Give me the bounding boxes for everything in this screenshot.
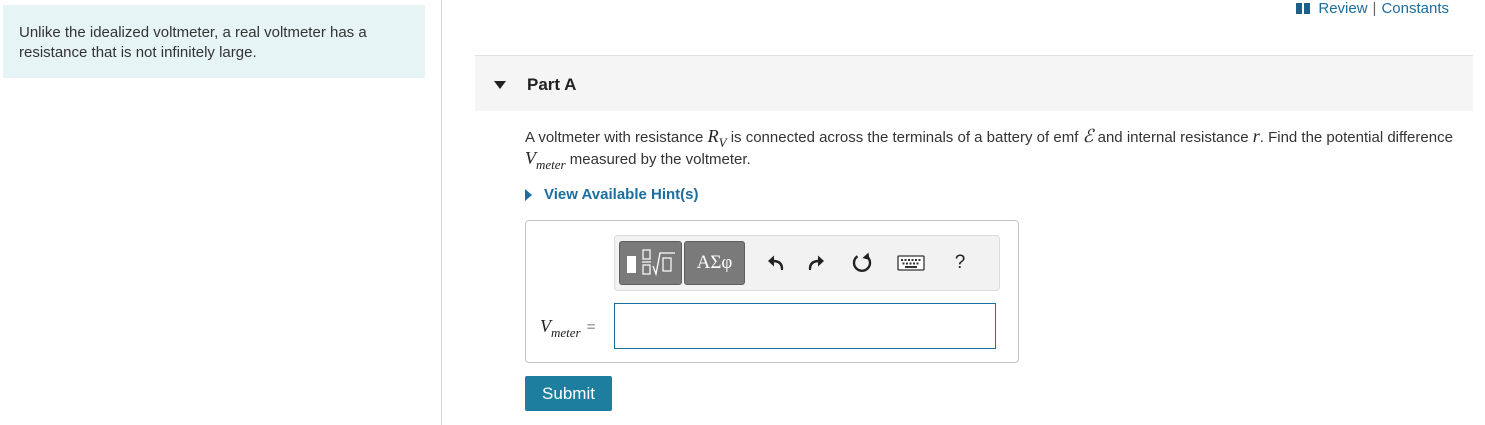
hint-label: View Available Hint(s)	[544, 186, 699, 203]
answer-input[interactable]	[614, 303, 996, 349]
help-icon[interactable]: ?	[947, 250, 973, 276]
part-title: Part A	[527, 75, 577, 94]
templates-icon	[626, 249, 675, 277]
var-emf: ℰ	[1082, 126, 1094, 146]
caret-right-icon	[525, 188, 532, 201]
answer-label: Vmeter =	[540, 316, 596, 340]
review-link[interactable]: Review	[1318, 0, 1367, 17]
var-r: r	[1252, 126, 1260, 146]
math-toolbar: ΑΣφ ?	[614, 235, 1000, 291]
var-vmeter: Vmeter	[525, 148, 566, 172]
reset-icon[interactable]	[849, 250, 875, 276]
redo-icon[interactable]	[803, 250, 829, 276]
part-a-header[interactable]: Part A	[475, 55, 1473, 111]
constants-link[interactable]: Constants	[1381, 0, 1449, 17]
view-hints-toggle[interactable]: View Available Hint(s)	[525, 186, 699, 203]
intro-panel: Unlike the idealized voltmeter, a real v…	[3, 5, 425, 78]
question-text: A voltmeter with resistance RV is connec…	[525, 126, 1453, 172]
answer-area: ΑΣφ ? Vmeter =	[525, 220, 1019, 363]
book-icon	[1296, 3, 1311, 14]
link-separator: |	[1372, 0, 1377, 17]
templates-button[interactable]	[619, 241, 682, 285]
intro-text: Unlike the idealized voltmeter, a real v…	[19, 24, 367, 61]
var-rv: RV	[707, 126, 727, 150]
submit-button[interactable]: Submit	[525, 376, 612, 411]
caret-down-icon[interactable]	[494, 81, 506, 89]
top-links: Review | Constants	[1296, 0, 1449, 17]
keyboard-icon[interactable]	[896, 250, 926, 276]
undo-icon[interactable]	[763, 250, 789, 276]
greek-symbols-button[interactable]: ΑΣφ	[684, 241, 745, 285]
panel-divider	[441, 0, 442, 425]
